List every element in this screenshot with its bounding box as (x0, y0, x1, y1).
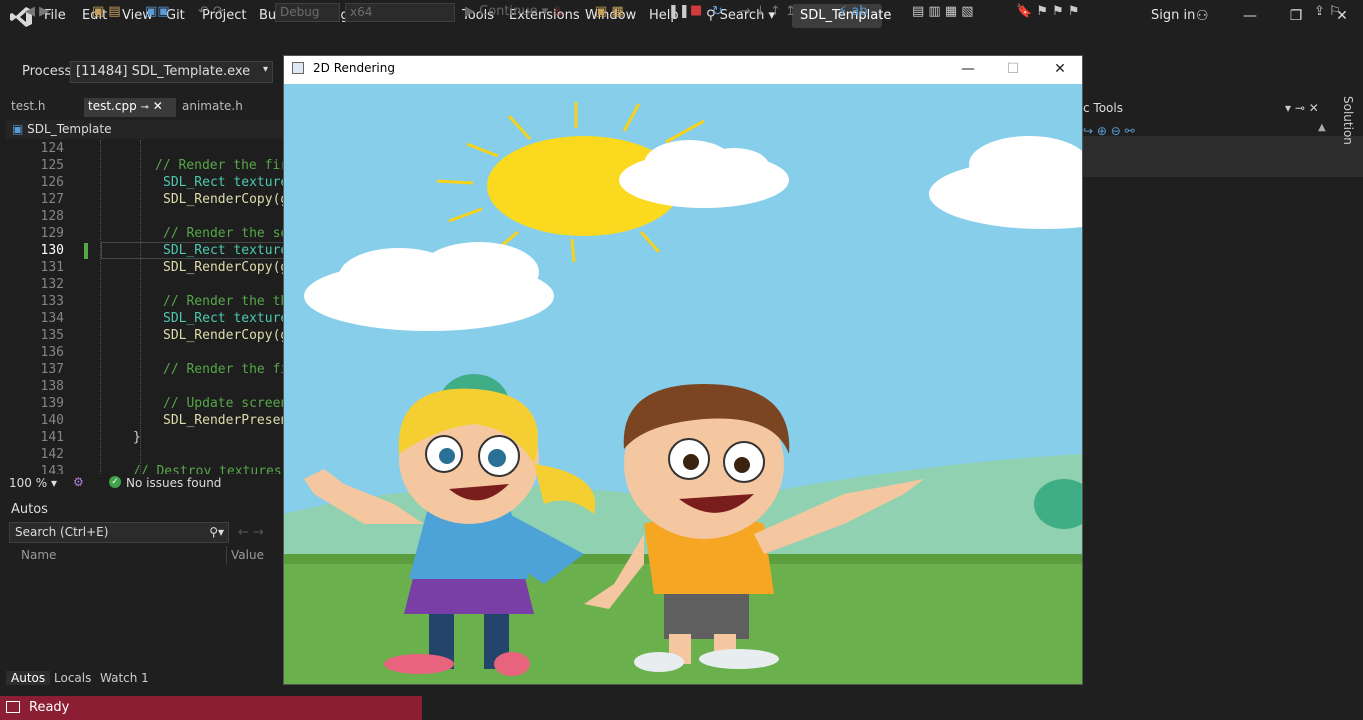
zoom-level[interactable]: 100 % ▾ (9, 476, 57, 490)
autos-search-input[interactable]: Search (Ctrl+E) ⚲▾ (9, 522, 229, 543)
diagnostic-tools-title: c Tools (1083, 101, 1123, 115)
code-line: SDL_RenderPresen (163, 413, 284, 428)
code-line: SDL_Rect texture (163, 311, 284, 326)
pin-icon[interactable]: ⊸ (141, 102, 149, 113)
check-icon: ✓ (109, 476, 121, 488)
code-line: // Render the fir (155, 158, 284, 173)
diagnostics-icon[interactable]: ⚡ ab (838, 4, 867, 19)
line-number: 124 (40, 141, 64, 156)
configuration-select[interactable]: Debug (275, 3, 340, 22)
copilot-icon[interactable]: ⚙ (73, 475, 84, 489)
indent-guide (140, 140, 141, 474)
line-number: 140 (40, 413, 64, 428)
code-line: SDL_RenderCopy(g (163, 192, 284, 207)
status-ready: Ready (29, 700, 70, 715)
sdl-minimize-button[interactable]: — (945, 57, 991, 81)
line-number: 133 (40, 294, 64, 309)
minimize-button[interactable]: — (1230, 4, 1270, 28)
restart-icon[interactable]: ↻ (712, 4, 723, 19)
save-icon[interactable]: ▣▣ (145, 4, 170, 19)
tab-test-cpp[interactable]: test.cpp ⊸ ✕ (84, 98, 176, 117)
line-number: 127 (40, 192, 64, 207)
line-number: 134 (40, 311, 64, 326)
indent-guide (100, 140, 101, 474)
navigation-bar[interactable]: ▣ SDL_Template (6, 120, 284, 139)
change-marker (84, 243, 88, 259)
line-number: 142 (40, 447, 64, 462)
stop-icon[interactable]: ■ (690, 3, 702, 18)
column-header-value[interactable]: Value (231, 548, 264, 562)
current-line-highlight (101, 242, 284, 259)
pause-icon[interactable]: ❚❚ (668, 4, 690, 19)
line-number: 137 (40, 362, 64, 377)
hot-reload-icon[interactable]: ♨ (552, 4, 564, 19)
column-header-name[interactable]: Name (21, 548, 56, 562)
code-line: // Render the th (163, 294, 284, 309)
continue-button[interactable]: ▶ Continue ▾ (465, 4, 548, 19)
solution-explorer-tab[interactable]: Solution (1341, 96, 1355, 145)
line-number: 143 (40, 464, 64, 474)
maximize-button[interactable]: ❐ (1276, 4, 1316, 28)
timeline-area (1083, 136, 1363, 177)
explorer-icon[interactable]: ▣ ▦ (595, 4, 624, 19)
tab-animate-h[interactable]: animate.h (178, 98, 247, 117)
open-folder-icon[interactable]: ▣ ▤ (92, 4, 121, 19)
close-icon[interactable]: ✕ (153, 99, 163, 113)
tab-watch-1[interactable]: Watch 1 (100, 671, 149, 685)
code-line: SDL_RenderCopy(g (163, 260, 284, 275)
tab-test-h[interactable]: test.h (7, 98, 49, 117)
code-line: SDL_Rect texture (163, 175, 284, 190)
autos-title: Autos (11, 502, 48, 517)
sign-in-link[interactable]: Sign in (1151, 8, 1195, 23)
line-number: 125 (40, 158, 64, 173)
column-divider (226, 546, 227, 564)
process-label: Process: (22, 64, 76, 79)
empty-area (422, 685, 1363, 720)
step-icons[interactable]: → ↓ ↑ ↥ (740, 4, 796, 19)
code-line: // Render the fi (163, 362, 284, 377)
line-number: 128 (40, 209, 64, 224)
line-number: 130 (40, 243, 64, 258)
code-line: SDL_RenderCopy(g (163, 328, 284, 343)
tab-autos[interactable]: Autos (6, 671, 51, 685)
panel-options-icon[interactable]: ▾ ⊸ ✕ (1285, 101, 1319, 115)
code-line: // Update screen (163, 396, 284, 411)
line-number: 131 (40, 260, 64, 275)
sdl-window-title: 2D Rendering (313, 61, 395, 75)
sdl-maximize-button[interactable]: ☐ (990, 57, 1036, 81)
bookmark-icons[interactable]: 🔖 ⚑ ⚑ ⚑ (1016, 4, 1080, 19)
code-line: // Render the se (163, 226, 284, 241)
code-line: // Destroy textures (133, 464, 282, 474)
chevron-down-icon: ▾ (262, 64, 268, 75)
line-number: 141 (40, 430, 64, 445)
code-editor[interactable]: 124 125 // Render the fir 126 SDL_Rect textu… (0, 140, 284, 474)
layout-icons[interactable]: ▤ ▥ ▦ ▧ (912, 4, 974, 19)
tab-locals[interactable]: Locals (54, 671, 91, 685)
nav-arrows-icon[interactable]: ← → (238, 525, 264, 540)
line-number: 139 (40, 396, 64, 411)
line-number: 129 (40, 226, 64, 241)
user-icon[interactable]: ⚇ (1196, 8, 1209, 24)
output-icon[interactable] (6, 701, 20, 713)
project-icon: ▣ (12, 122, 28, 136)
line-number: 135 (40, 328, 64, 343)
issues-status[interactable]: No issues found (126, 476, 221, 490)
solution-name-badge[interactable]: SDL_Template (792, 4, 891, 28)
sdl-close-button[interactable]: ✕ (1037, 57, 1083, 81)
process-select[interactable]: [11484] SDL_Template.exe ▾ (70, 61, 273, 83)
window-icon (292, 62, 304, 74)
search-icon: ⚲▾ (209, 525, 224, 539)
rendered-scene (284, 84, 1082, 684)
line-number: 136 (40, 345, 64, 360)
line-number: 126 (40, 175, 64, 190)
line-number: 138 (40, 379, 64, 394)
line-number: 132 (40, 277, 64, 292)
platform-select[interactable]: x64 (345, 3, 455, 22)
scroll-up-icon[interactable]: ▲ (1318, 122, 1326, 133)
back-icon[interactable]: ◀ ▶ (25, 4, 49, 19)
undo-icon[interactable]: ↶ ↷ (198, 4, 224, 19)
share-icon[interactable]: ⇪ ⚐ (1314, 4, 1341, 19)
